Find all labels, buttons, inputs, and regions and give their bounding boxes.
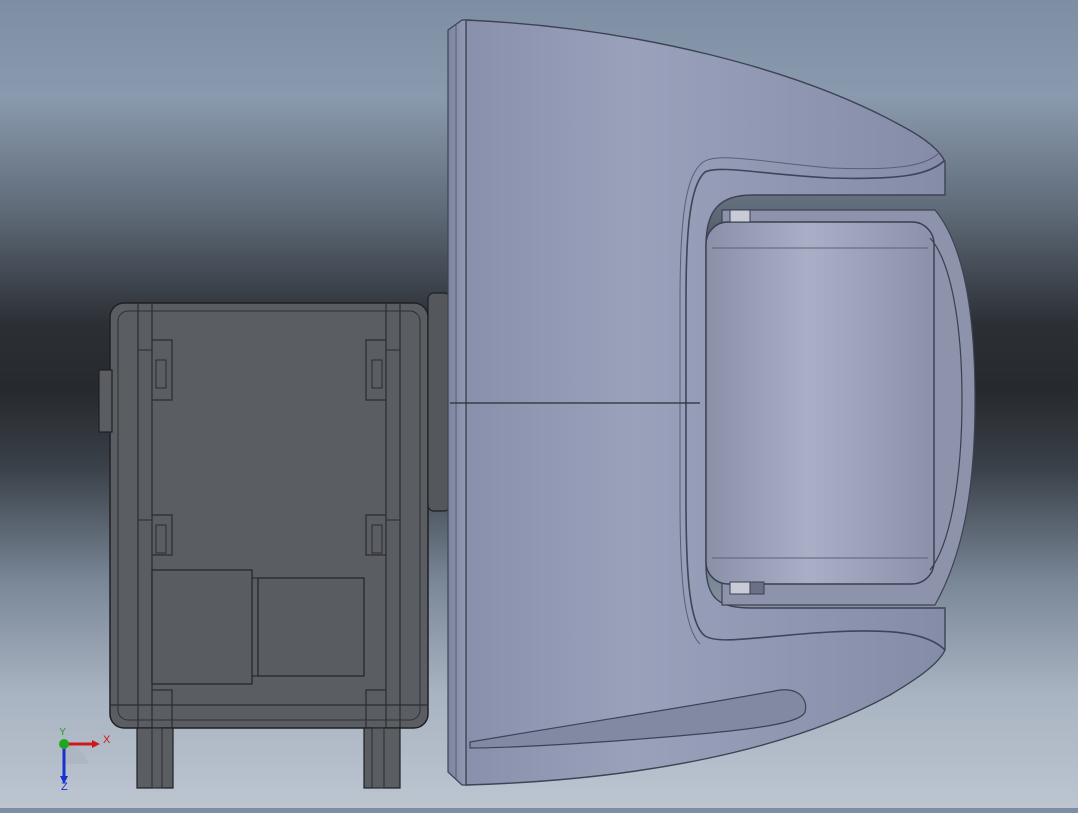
- servo-output-hub: [427, 292, 451, 512]
- x-axis-label: X: [103, 734, 111, 746]
- model-drawing: [98, 19, 976, 789]
- triad-graphic: X Y Z: [59, 726, 111, 793]
- servo-mount-legs: [136, 727, 401, 789]
- servo-body[interactable]: [109, 302, 429, 729]
- z-axis-label: Z: [61, 781, 68, 792]
- wheel[interactable]: [705, 209, 976, 606]
- y-axis-label: Y: [59, 728, 67, 738]
- y-axis-dot: [59, 739, 69, 749]
- servo-left-stub: [98, 369, 113, 433]
- coordinate-triad[interactable]: X Y Z: [52, 726, 116, 793]
- 3d-viewport[interactable]: X Y Z: [0, 0, 1078, 808]
